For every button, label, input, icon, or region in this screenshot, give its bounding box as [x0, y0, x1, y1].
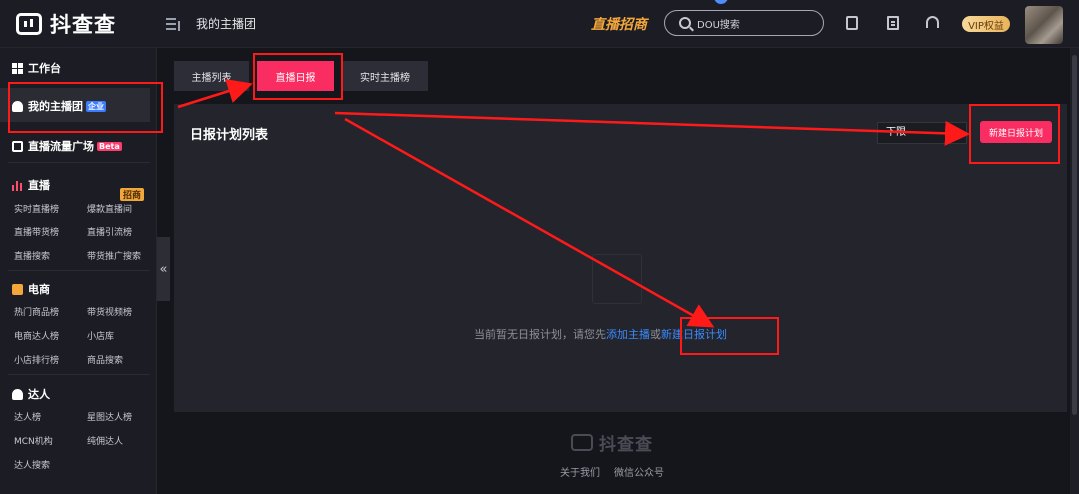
arrow-to-tab	[177, 79, 253, 109]
annotation-arrows	[177, 79, 970, 328]
arrow-to-new-button	[334, 111, 970, 146]
arrow-to-empty-link	[344, 117, 715, 328]
